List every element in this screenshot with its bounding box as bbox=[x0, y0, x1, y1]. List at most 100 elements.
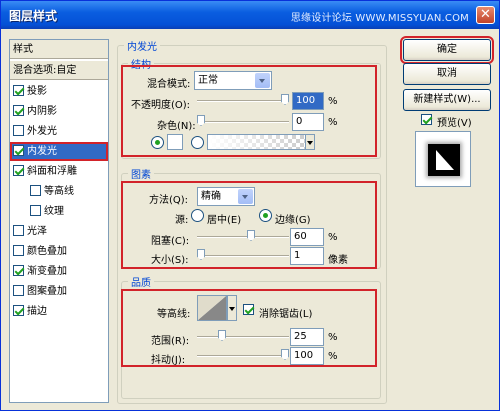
range-input[interactable]: 25 bbox=[290, 328, 324, 346]
style-checkbox[interactable] bbox=[13, 125, 24, 136]
choke-label: 阻塞(C): bbox=[151, 236, 190, 247]
opacity-input[interactable]: 100 bbox=[292, 92, 324, 110]
title-bar[interactable]: 图层样式 思缘设计论坛 WWW.MISSYUAN.COM ✕ bbox=[1, 1, 499, 29]
layer-style-dialog: 图层样式 思缘设计论坛 WWW.MISSYUAN.COM ✕ 样式 混合选项:自… bbox=[0, 0, 500, 411]
style-checkbox[interactable] bbox=[30, 205, 41, 216]
jitter-value: 100 bbox=[294, 350, 314, 361]
source-center-label[interactable]: 居中(E) bbox=[207, 211, 241, 226]
style-checkbox[interactable] bbox=[13, 305, 24, 316]
choke-input[interactable]: 60 bbox=[290, 228, 324, 246]
choke-value: 60 bbox=[294, 231, 307, 242]
style-item-label: 渐变叠加 bbox=[27, 266, 67, 277]
style-item-label: 纹理 bbox=[44, 206, 64, 217]
style-list-item[interactable]: 内阴影 bbox=[10, 102, 108, 121]
style-list-item[interactable]: 等高线 bbox=[10, 182, 108, 201]
style-list-item[interactable]: 颜色叠加 bbox=[10, 242, 108, 261]
slider-thumb[interactable] bbox=[218, 330, 226, 341]
range-slider[interactable] bbox=[197, 330, 289, 341]
size-slider[interactable] bbox=[197, 249, 289, 260]
panel-title: 内发光 bbox=[124, 38, 160, 53]
style-list-item[interactable]: 内发光 bbox=[10, 142, 108, 161]
style-list-item[interactable]: 斜面和浮雕 bbox=[10, 162, 108, 181]
close-icon: ✕ bbox=[480, 7, 491, 22]
style-checkbox[interactable] bbox=[13, 225, 24, 236]
source-edge-label[interactable]: 边缘(G) bbox=[275, 211, 311, 226]
new-style-button[interactable]: 新建样式(W)... bbox=[403, 89, 491, 111]
style-item-label: 颜色叠加 bbox=[27, 246, 67, 257]
contour-dropdown[interactable] bbox=[227, 295, 237, 321]
slider-track bbox=[197, 100, 289, 102]
opacity-slider[interactable] bbox=[197, 94, 289, 105]
style-list-item[interactable]: 外发光 bbox=[10, 122, 108, 141]
method-value: 精确 bbox=[201, 191, 221, 202]
contour-picker[interactable] bbox=[197, 295, 227, 321]
style-checkbox[interactable] bbox=[30, 185, 41, 196]
gradient-swatch[interactable] bbox=[207, 134, 307, 150]
style-list-item[interactable]: 纹理 bbox=[10, 202, 108, 221]
color-mode-radio[interactable] bbox=[151, 136, 164, 149]
source-center-radio[interactable] bbox=[191, 209, 204, 222]
jitter-input[interactable]: 100 bbox=[290, 347, 324, 365]
style-checkbox[interactable] bbox=[13, 165, 24, 176]
preview-checkbox[interactable] bbox=[421, 114, 432, 125]
jitter-unit: % bbox=[328, 351, 338, 362]
style-item-label: 投影 bbox=[27, 86, 47, 97]
size-label: 大小(S): bbox=[151, 255, 189, 266]
method-select[interactable]: 精确 bbox=[197, 187, 255, 206]
noise-value: 0 bbox=[296, 116, 303, 127]
style-list-item[interactable]: 渐变叠加 bbox=[10, 262, 108, 281]
noise-input[interactable]: 0 bbox=[292, 113, 324, 131]
slider-track bbox=[197, 121, 289, 123]
cancel-button[interactable]: 取消 bbox=[403, 63, 491, 85]
gradient-dropdown[interactable] bbox=[305, 134, 315, 150]
slider-track bbox=[197, 255, 289, 257]
slider-thumb[interactable] bbox=[197, 249, 205, 260]
style-checkbox[interactable] bbox=[13, 245, 24, 256]
style-checkbox[interactable] bbox=[13, 105, 24, 116]
antialias-label[interactable]: 消除锯齿(L) bbox=[259, 305, 312, 320]
watermark-text: 思缘设计论坛 WWW.MISSYUAN.COM bbox=[290, 13, 469, 24]
range-label: 范围(R): bbox=[151, 336, 190, 347]
elements-title: 图素 bbox=[128, 166, 154, 181]
slider-thumb[interactable] bbox=[247, 230, 255, 241]
size-input[interactable]: 1 bbox=[290, 247, 324, 265]
blend-mode-select[interactable]: 正常 bbox=[194, 71, 272, 90]
slider-thumb[interactable] bbox=[197, 115, 205, 126]
ok-button[interactable]: 确定 bbox=[400, 36, 494, 64]
opacity-value: 100 bbox=[296, 95, 316, 106]
style-item-label: 斜面和浮雕 bbox=[27, 166, 77, 177]
close-button[interactable]: ✕ bbox=[476, 6, 495, 24]
size-value: 1 bbox=[294, 250, 301, 261]
slider-thumb[interactable] bbox=[281, 94, 289, 105]
slider-track bbox=[197, 355, 289, 357]
style-list-item[interactable]: 图案叠加 bbox=[10, 282, 108, 301]
contour-label: 等高线: bbox=[157, 309, 191, 320]
style-list-header[interactable]: 样式 bbox=[10, 40, 108, 59]
style-checkbox[interactable] bbox=[13, 145, 24, 156]
source-edge-radio[interactable] bbox=[259, 209, 272, 222]
range-value: 25 bbox=[294, 331, 307, 342]
blend-options-item[interactable]: 混合选项:自定 bbox=[10, 61, 108, 80]
slider-thumb[interactable] bbox=[281, 349, 289, 360]
jitter-label: 抖动(J): bbox=[151, 355, 186, 366]
style-item-label: 描边 bbox=[27, 306, 47, 317]
style-list-item[interactable]: 描边 bbox=[10, 302, 108, 321]
style-checkbox[interactable] bbox=[13, 265, 24, 276]
style-item-label: 内阴影 bbox=[27, 106, 57, 117]
jitter-slider[interactable] bbox=[197, 349, 289, 360]
noise-slider[interactable] bbox=[197, 115, 289, 126]
choke-slider[interactable] bbox=[197, 230, 289, 241]
style-checkbox[interactable] bbox=[13, 285, 24, 296]
antialias-checkbox[interactable] bbox=[243, 304, 254, 315]
method-label: 方法(Q): bbox=[149, 195, 189, 206]
glow-color-swatch[interactable] bbox=[167, 134, 183, 150]
noise-label: 杂色(N): bbox=[157, 121, 196, 132]
preview-label[interactable]: 预览(V) bbox=[437, 114, 472, 129]
style-list-item[interactable]: 光泽 bbox=[10, 222, 108, 241]
style-list-item[interactable]: 投影 bbox=[10, 82, 108, 101]
style-checkbox[interactable] bbox=[13, 85, 24, 96]
quality-title: 品质 bbox=[128, 274, 154, 289]
style-item-label: 等高线 bbox=[44, 186, 74, 197]
gradient-mode-radio[interactable] bbox=[191, 136, 204, 149]
chevron-down-icon bbox=[238, 189, 253, 204]
